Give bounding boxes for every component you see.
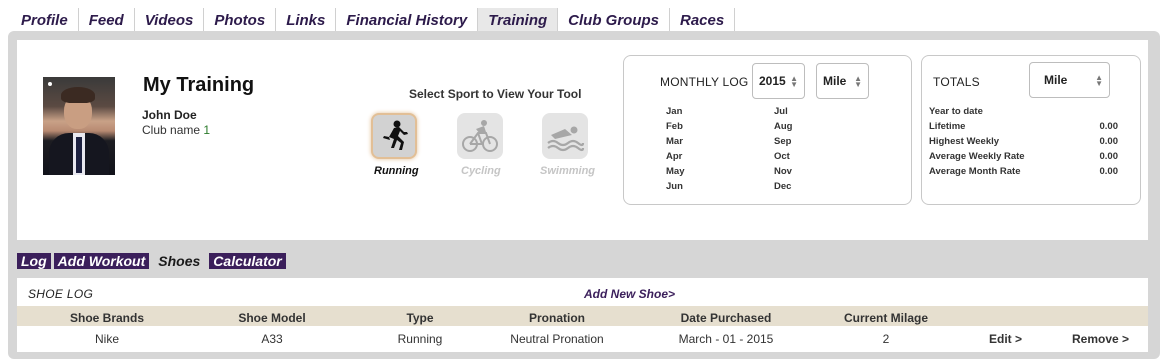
year-select-value: 2015 xyxy=(759,74,786,88)
select-arrows-icon: ▲ ▼ xyxy=(790,74,798,89)
main-tabs: Profile Feed Videos Photos Links Financi… xyxy=(11,8,736,33)
totals-unit-value: Mile xyxy=(1044,73,1068,87)
column-header-date-purchased: Date Purchased xyxy=(680,311,772,325)
swimming-sport-button[interactable] xyxy=(542,113,588,159)
month-apr: Apr xyxy=(666,151,683,162)
subtab-calculator[interactable]: Calculator xyxy=(209,253,286,269)
running-sport-button[interactable] xyxy=(371,113,417,159)
club-name: Club name 1 xyxy=(142,123,210,137)
month-sep: Sep xyxy=(774,136,792,147)
cycling-label[interactable]: Cycling xyxy=(461,165,501,177)
monthly-unit-value: Mile xyxy=(823,74,847,88)
training-subtabs: Log Add Workout Shoes Calculator xyxy=(17,253,286,269)
month-nov: Nov xyxy=(774,166,792,177)
tab-feed[interactable]: Feed xyxy=(79,8,135,33)
monthly-log-title: MONTHLY LOG xyxy=(660,75,749,89)
month-dec: Dec xyxy=(774,181,792,192)
table-cell-current-milage: 2 xyxy=(882,332,890,346)
totals-label-highest-weekly: Highest Weekly xyxy=(929,136,1000,147)
month-may: May xyxy=(666,166,685,177)
tab-financial-history[interactable]: Financial History xyxy=(336,8,479,33)
monthly-unit-select[interactable]: Mile ▲ ▼ xyxy=(816,63,869,99)
column-header-shoe-model: Shoe Model xyxy=(238,311,306,325)
select-arrows-icon: ▲ ▼ xyxy=(1095,73,1103,88)
remove-shoe-link[interactable]: Remove > xyxy=(1072,332,1129,346)
totals-value-highest-weekly: 0.00 xyxy=(1099,136,1119,147)
column-header-pronation: Pronation xyxy=(529,311,585,325)
sport-selector-title: Select Sport to View Your Tool xyxy=(409,87,582,101)
tab-training[interactable]: Training xyxy=(478,8,559,33)
month-mar: Mar xyxy=(666,136,683,147)
month-jun: Jun xyxy=(666,181,683,192)
subtab-log[interactable]: Log xyxy=(17,253,51,269)
subtab-shoes[interactable]: Shoes xyxy=(152,253,206,269)
table-cell-type: Running xyxy=(397,332,443,346)
tab-links[interactable]: Links xyxy=(276,8,337,33)
totals-value-lifetime: 0.00 xyxy=(1099,121,1119,132)
year-select[interactable]: 2015 ▲ ▼ xyxy=(752,63,805,99)
table-cell-date-purchased: March - 01 - 2015 xyxy=(678,332,774,346)
table-cell-brand: Nike xyxy=(94,332,119,346)
column-header-shoe-brands: Shoe Brands xyxy=(69,311,144,325)
totals-label-average-month-rate: Average Month Rate xyxy=(929,166,1021,177)
tab-races[interactable]: Races xyxy=(670,8,736,33)
swimming-icon xyxy=(547,126,585,152)
totals-unit-select[interactable]: Mile ▲ ▼ xyxy=(1029,62,1110,98)
swimming-label[interactable]: Swimming xyxy=(540,165,595,177)
month-feb: Feb xyxy=(666,121,683,132)
column-header-type: Type xyxy=(406,311,434,325)
totals-title: TOTALS xyxy=(933,75,980,89)
shoe-log-title: SHOE LOG xyxy=(28,287,94,301)
totals-label-year-to-date: Year to date xyxy=(929,106,983,117)
tab-videos[interactable]: Videos xyxy=(135,8,205,33)
cycling-sport-button[interactable] xyxy=(457,113,503,159)
page-title: My Training xyxy=(143,74,255,96)
totals-value-average-month-rate: 0.00 xyxy=(1099,166,1119,177)
club-name-label: Club name xyxy=(142,123,204,137)
table-cell-pronation: Neutral Pronation xyxy=(510,332,604,346)
totals-label-average-weekly-rate: Average Weekly Rate xyxy=(929,151,1025,162)
select-arrows-icon: ▲ ▼ xyxy=(854,74,862,89)
totals-label-lifetime: Lifetime xyxy=(929,121,966,132)
running-icon xyxy=(383,120,408,150)
month-jan: Jan xyxy=(666,106,683,117)
month-oct: Oct xyxy=(774,151,790,162)
club-number: 1 xyxy=(203,123,211,137)
month-jul: Jul xyxy=(774,106,788,117)
add-new-shoe-link[interactable]: Add New Shoe> xyxy=(584,287,675,301)
tab-club-groups[interactable]: Club Groups xyxy=(558,8,670,33)
running-label[interactable]: Running xyxy=(374,165,419,177)
totals-value-average-weekly-rate: 0.00 xyxy=(1099,151,1119,162)
month-aug: Aug xyxy=(774,121,793,132)
subtab-add-workout[interactable]: Add Workout xyxy=(53,253,150,269)
table-cell-model: A33 xyxy=(261,332,283,346)
avatar xyxy=(43,77,115,175)
cycling-icon xyxy=(462,120,498,152)
tab-profile[interactable]: Profile xyxy=(11,8,79,33)
user-name: John Doe xyxy=(142,108,197,122)
column-header-current-milage: Current Milage xyxy=(843,311,928,325)
tab-photos[interactable]: Photos xyxy=(204,8,277,33)
edit-shoe-link[interactable]: Edit > xyxy=(989,332,1022,346)
